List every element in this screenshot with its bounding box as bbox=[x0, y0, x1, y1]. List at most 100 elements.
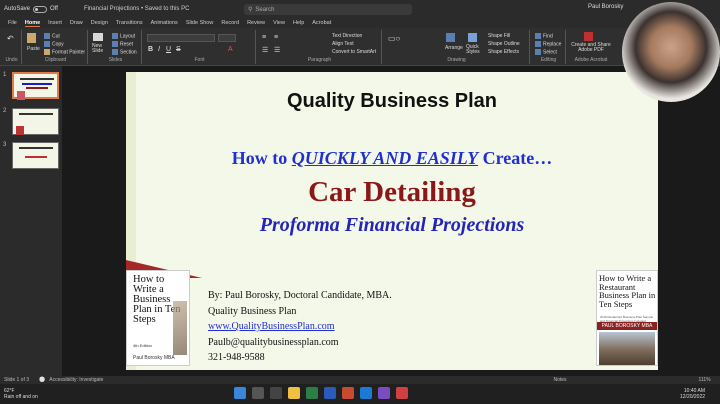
autosave-toggle[interactable]: AutoSave Off bbox=[4, 5, 58, 13]
tab-draw[interactable]: Draw bbox=[70, 20, 83, 26]
task-view-icon[interactable] bbox=[270, 387, 282, 399]
shape-fill-button[interactable]: Shape Fill bbox=[488, 33, 510, 39]
quick-styles-button[interactable] bbox=[468, 33, 479, 42]
strikethrough-icon[interactable]: S bbox=[176, 46, 181, 53]
contact-website-link[interactable]: www.QualityBusinessPlan.com bbox=[208, 319, 392, 335]
find-label: Find bbox=[543, 33, 553, 40]
slide-number: 1 bbox=[3, 72, 7, 78]
teams-icon[interactable] bbox=[378, 387, 390, 399]
font-size-dropdown[interactable] bbox=[218, 34, 236, 42]
slide-thumbnail[interactable] bbox=[12, 142, 59, 169]
restaurant-photo bbox=[599, 332, 655, 365]
shapes-icon[interactable]: ▭○ bbox=[388, 34, 400, 43]
convert-smartart-label: Convert to SmartArt bbox=[332, 49, 377, 55]
align-left-icon[interactable]: ☰ bbox=[262, 46, 268, 54]
convert-smartart-button[interactable]: Convert to SmartArt bbox=[332, 49, 376, 55]
quick-styles-icon bbox=[468, 33, 477, 42]
new-slide-button[interactable] bbox=[93, 33, 105, 41]
tab-help[interactable]: Help bbox=[293, 20, 304, 26]
pen-image bbox=[173, 301, 187, 355]
italic-icon[interactable]: I bbox=[158, 46, 160, 53]
system-clock[interactable]: 10:40 AM 12/20/2022 bbox=[680, 388, 705, 400]
paste-label: Paste bbox=[27, 46, 40, 52]
status-bar: Slide 1 of 3 ⚪ Accessibility: Investigat… bbox=[0, 376, 720, 384]
notes-button[interactable]: Notes bbox=[553, 377, 566, 383]
thumbnail-title bbox=[19, 113, 53, 115]
paste-button[interactable] bbox=[27, 33, 38, 43]
zoom-level[interactable]: 111% bbox=[699, 377, 711, 383]
reset-label: Reset bbox=[120, 41, 134, 48]
tab-slide-show[interactable]: Slide Show bbox=[186, 20, 214, 26]
bold-icon[interactable]: B bbox=[148, 46, 153, 53]
tab-acrobat[interactable]: Acrobat bbox=[312, 20, 331, 26]
align-text-button[interactable]: Align Text bbox=[332, 41, 354, 47]
contact-email: Paulb@qualitybusinessplan.com bbox=[208, 336, 339, 348]
paste-icon bbox=[27, 33, 36, 43]
align-text-label: Align Text bbox=[332, 41, 354, 47]
numbering-icon[interactable]: ≡ bbox=[274, 34, 278, 41]
select-label: Select bbox=[543, 49, 557, 56]
format-painter-button[interactable]: Format Painter bbox=[44, 49, 85, 55]
book-cover-left: How to Write a Business Plan in Ten Step… bbox=[126, 270, 190, 366]
thumbnail-image bbox=[16, 126, 24, 135]
slide-tagline: Proforma Financial Projections bbox=[259, 214, 525, 236]
editing-group: Find Replace Select Editing bbox=[532, 30, 566, 64]
bullets-icon[interactable]: ≡ bbox=[262, 34, 266, 41]
app-icon[interactable] bbox=[396, 387, 408, 399]
tab-view[interactable]: View bbox=[273, 20, 285, 26]
copy-button[interactable]: Copy bbox=[44, 41, 64, 47]
slide-subtitle: How to QUICKLY AND EASILY Create… bbox=[126, 148, 658, 169]
tab-insert[interactable]: Insert bbox=[48, 20, 62, 26]
new-slide-label: New Slide bbox=[92, 43, 104, 54]
layout-button[interactable]: Layout bbox=[112, 33, 135, 39]
slide-thumbnail[interactable] bbox=[12, 108, 59, 135]
select-button[interactable]: Select bbox=[535, 49, 557, 55]
acrobat-group-label: Adobe Acrobat bbox=[574, 57, 608, 63]
arrange-button[interactable] bbox=[446, 33, 457, 42]
replace-button[interactable]: Replace bbox=[535, 41, 561, 47]
tab-animations[interactable]: Animations bbox=[151, 20, 178, 26]
powerpoint-icon[interactable] bbox=[342, 387, 354, 399]
drawing-group: ▭○ Arrange Quick Styles Shape Fill Shape… bbox=[384, 30, 530, 64]
search-icon: ⚲ bbox=[248, 7, 253, 13]
tab-record[interactable]: Record bbox=[221, 20, 239, 26]
tab-design[interactable]: Design bbox=[91, 20, 108, 26]
slide-thumbnail[interactable] bbox=[12, 72, 59, 100]
book-right-title: How to Write a Restaurant Business Plan … bbox=[599, 273, 656, 309]
slides-group: New Slide Layout Reset Section Slides bbox=[90, 30, 142, 64]
tab-transitions[interactable]: Transitions bbox=[116, 20, 143, 26]
find-icon bbox=[535, 33, 541, 39]
accessibility-status[interactable]: Accessibility: Investigate bbox=[49, 377, 103, 383]
font-name-dropdown[interactable] bbox=[147, 34, 215, 42]
excel-icon[interactable] bbox=[306, 387, 318, 399]
tab-file[interactable]: File bbox=[8, 20, 17, 26]
edge-icon[interactable] bbox=[360, 387, 372, 399]
weather-widget[interactable]: 62°F Rain off and on bbox=[4, 388, 38, 400]
search-icon[interactable] bbox=[252, 387, 264, 399]
file-explorer-icon[interactable] bbox=[288, 387, 300, 399]
tab-home[interactable]: Home bbox=[24, 20, 41, 27]
reset-button[interactable]: Reset bbox=[112, 41, 133, 47]
create-share-pdf-button[interactable] bbox=[584, 32, 595, 41]
cut-button[interactable]: Cut bbox=[44, 33, 60, 39]
user-name[interactable]: Paul Borosky bbox=[588, 4, 623, 10]
tab-review[interactable]: Review bbox=[247, 20, 265, 26]
slides-group-label: Slides bbox=[108, 57, 123, 63]
shape-effects-button[interactable]: Shape Effects bbox=[488, 49, 519, 55]
contact-phone: 321-948-9588 bbox=[208, 352, 265, 363]
quick-styles-label: Quick Styles bbox=[466, 44, 480, 55]
underline-icon[interactable]: U bbox=[166, 46, 171, 53]
find-button[interactable]: Find bbox=[535, 33, 553, 39]
word-icon[interactable] bbox=[324, 387, 336, 399]
start-icon[interactable] bbox=[234, 387, 246, 399]
section-button[interactable]: Section bbox=[112, 49, 137, 55]
undo-icon[interactable]: ↶ bbox=[7, 34, 14, 43]
slide-number: 2 bbox=[3, 108, 7, 114]
shape-outline-button[interactable]: Shape Outline bbox=[488, 41, 520, 47]
thumbnail-title bbox=[19, 147, 53, 149]
text-direction-button[interactable]: Text Direction bbox=[332, 33, 362, 39]
font-color-icon[interactable]: A bbox=[228, 46, 233, 53]
align-center-icon[interactable]: ☰ bbox=[274, 46, 280, 54]
slide[interactable]: Quality Business Plan How to QUICKLY AND… bbox=[126, 72, 658, 370]
search-box[interactable]: ⚲ Search bbox=[244, 4, 412, 15]
